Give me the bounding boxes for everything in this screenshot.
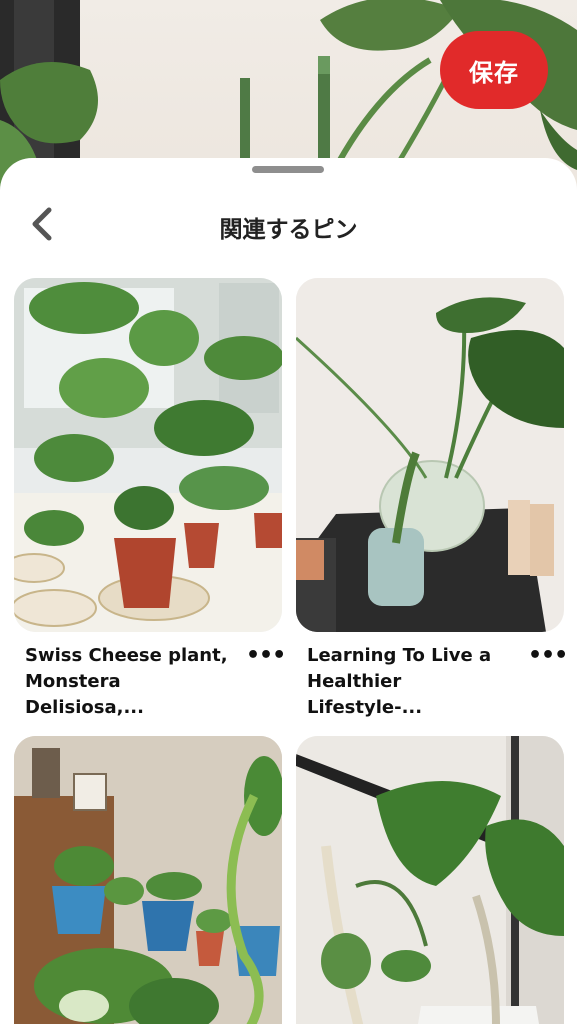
pin-card-4[interactable] xyxy=(296,736,564,1024)
pin-card-1[interactable]: Swiss Cheese plant, Monstera Delisiosa,.… xyxy=(14,278,286,718)
sheet-header: 関連するピン xyxy=(0,196,577,256)
pin-title[interactable]: Swiss Cheese plant, Monstera Delisiosa,.… xyxy=(25,643,235,721)
plant-photo xyxy=(296,278,564,632)
save-button[interactable]: 保存 xyxy=(440,31,548,109)
pin-image[interactable] xyxy=(296,278,564,632)
pin-image[interactable] xyxy=(14,278,282,632)
pin-title-line-1: Learning To Live a xyxy=(307,645,492,666)
pin-image[interactable] xyxy=(296,736,564,1024)
screen: 保存 関連するピン Swiss Cheese plant, Monstera D… xyxy=(0,0,577,1024)
plant-photo xyxy=(296,736,564,1024)
sheet-drag-handle[interactable] xyxy=(252,166,324,173)
pin-title-line-2: Monstera Delisiosa,... xyxy=(25,671,144,718)
more-options-button[interactable]: ••• xyxy=(246,643,286,668)
pin-title[interactable]: Learning To Live a Healthier Lifestyle-.… xyxy=(307,643,522,721)
pin-card-2[interactable]: Learning To Live a Healthier Lifestyle-.… xyxy=(296,278,568,718)
pin-title-line-2: Healthier Lifestyle-... xyxy=(307,671,423,718)
pin-title-line-1: Swiss Cheese plant, xyxy=(25,645,228,666)
page-title: 関連するピン xyxy=(219,217,358,243)
pin-image[interactable] xyxy=(14,736,282,1024)
plant-photo xyxy=(14,736,282,1024)
plant-photo xyxy=(14,278,282,632)
more-options-button[interactable]: ••• xyxy=(528,643,568,668)
pin-card-3[interactable] xyxy=(14,736,282,1024)
